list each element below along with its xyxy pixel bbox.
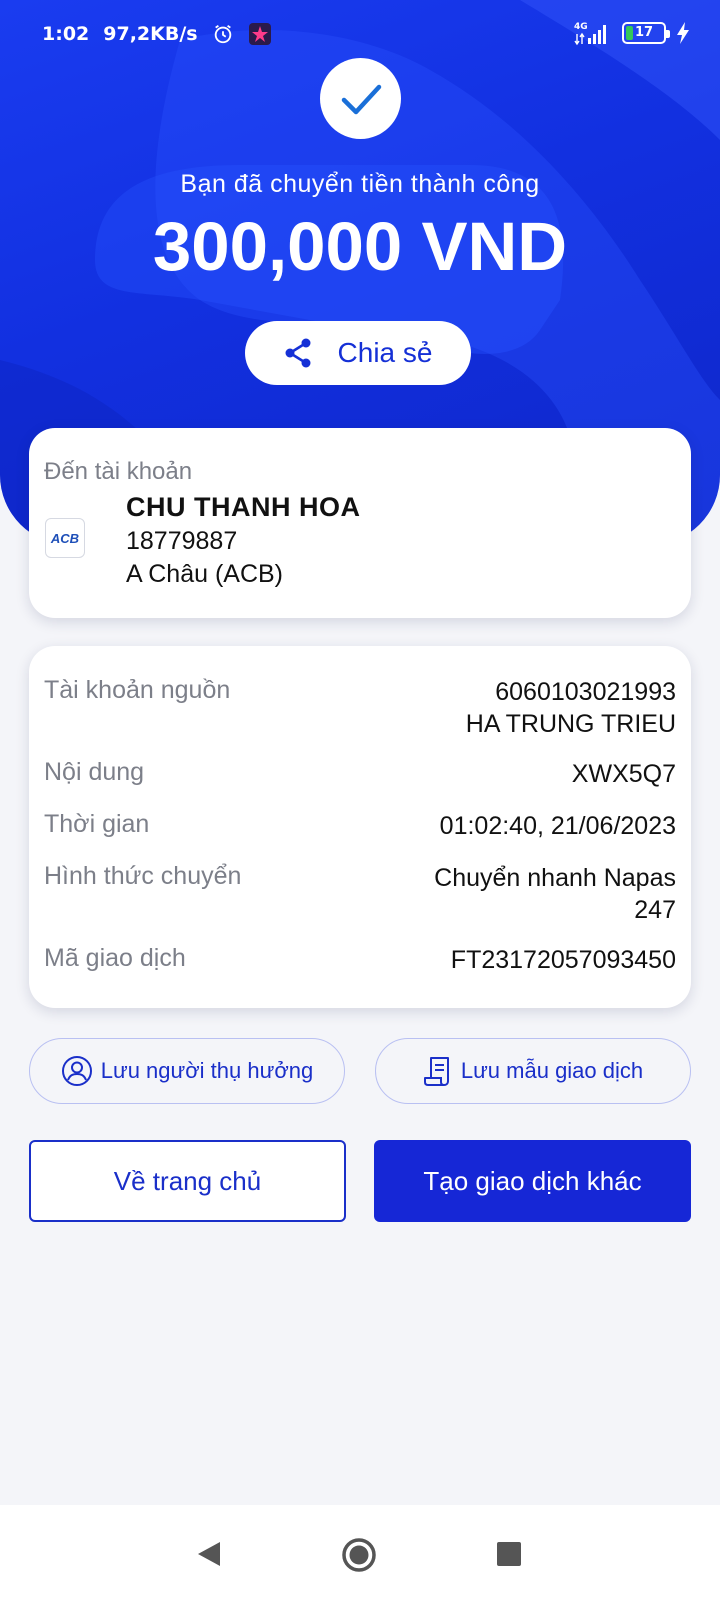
clock: 1:02 (42, 23, 90, 45)
transfer-amount: 300,000 VND (152, 208, 568, 285)
success-message: Bạn đã chuyển tiền thành công (180, 170, 540, 198)
nav-home-icon[interactable] (341, 1537, 377, 1573)
transfer-success-screen: 1:02 97,2KB/s 4G 17 Bạn đã chuyển tiền t… (0, 0, 720, 1600)
time-value: 01:02:40, 21/06/2023 (439, 812, 676, 840)
save-template-button[interactable]: Lưu mẫu giao dịch (375, 1038, 691, 1104)
source-account-name: HA TRUNG TRIEU (465, 710, 676, 738)
time-label: Thời gian (44, 810, 150, 838)
success-check-badge (320, 58, 401, 139)
share-button[interactable]: Chia sẻ (245, 321, 471, 385)
save-payee-label: Lưu người thụ hưởng (100, 1058, 314, 1083)
share-icon (285, 338, 311, 368)
system-navigation-bar (0, 1505, 720, 1600)
battery-level: 17 (634, 25, 654, 40)
recipient-account-number: 18779887 (126, 527, 238, 555)
nav-back-icon[interactable] (196, 1540, 222, 1568)
content-label: Nội dung (44, 758, 145, 786)
app-notification-icon (248, 23, 271, 45)
checkmark-icon (341, 84, 381, 114)
source-account-label: Tài khoản nguồn (44, 676, 231, 704)
battery-indicator: 17 (622, 22, 670, 44)
transfer-method-label: Hình thức chuyển (44, 862, 242, 890)
bank-logo: ACB (45, 518, 85, 558)
transaction-details-card: Tài khoản nguồn 6060103021993 HA TRUNG T… (29, 646, 691, 1008)
network-speed: 97,2KB/s (103, 23, 198, 45)
transfer-method-value: Chuyển nhanh Napas (434, 864, 676, 892)
recipient-name: CHU THANH HOA (126, 492, 361, 522)
destination-account-card: Đến tài khoản ACB CHU THANH HOA 18779887… (29, 428, 691, 618)
transfer-method-value-line2: 247 (634, 896, 676, 924)
save-payee-button[interactable]: Lưu người thụ hưởng (29, 1038, 345, 1104)
new-transaction-button[interactable]: Tạo giao dịch khác (374, 1140, 691, 1222)
content-value: XWX5Q7 (571, 760, 676, 788)
alarm-icon (214, 24, 231, 44)
user-circle-icon (61, 1056, 92, 1086)
receipt-icon (423, 1057, 449, 1086)
recipient-bank-name: A Châu (ACB) (126, 560, 284, 588)
source-account-number: 6060103021993 (495, 678, 676, 706)
transaction-code-value: FT23172057093450 (450, 946, 676, 974)
signal-4g-icon: 4G (574, 22, 606, 46)
destination-label: Đến tài khoản (44, 458, 193, 485)
svg-text:4G: 4G (574, 22, 588, 32)
share-label: Chia sẻ (337, 337, 433, 368)
save-template-label: Lưu mẫu giao dịch (460, 1058, 644, 1083)
charging-bolt-icon (677, 22, 689, 44)
home-button[interactable]: Về trang chủ (29, 1140, 346, 1222)
transaction-code-label: Mã giao dịch (44, 944, 186, 972)
nav-recent-apps-icon[interactable] (497, 1542, 521, 1566)
